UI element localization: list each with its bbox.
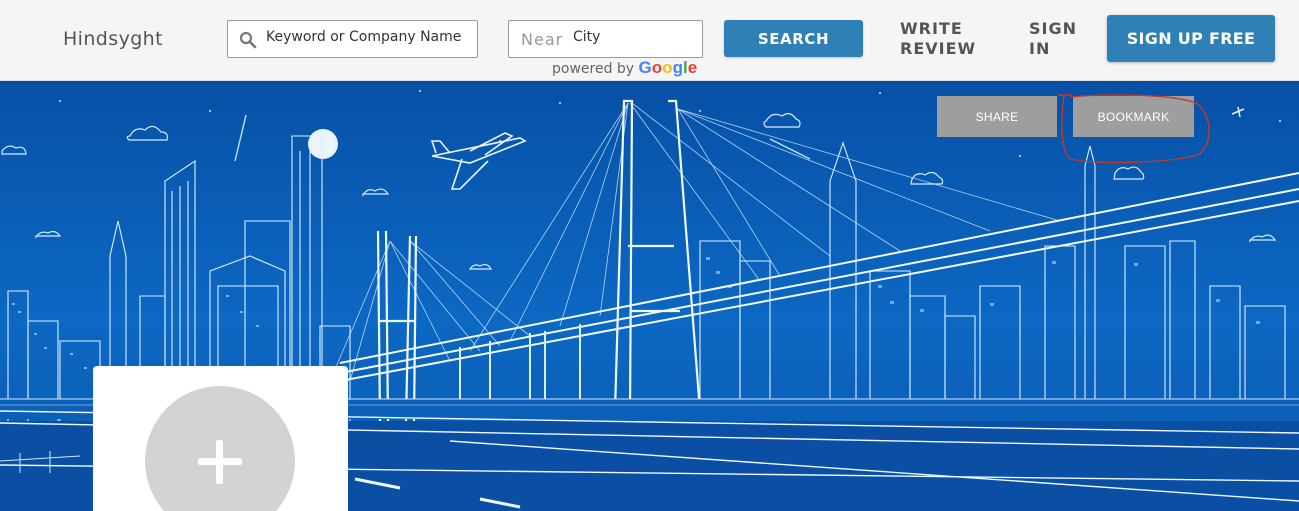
- share-button[interactable]: SHARE: [937, 96, 1057, 137]
- keyword-search-input[interactable]: Keyword or Company Name: [227, 20, 478, 58]
- sign-in-link[interactable]: SIGN IN: [1029, 19, 1077, 59]
- near-label: Near: [521, 30, 564, 49]
- hero-banner: SHARE BOOKMARK: [0, 81, 1299, 511]
- write-review-line2: REVIEW: [900, 39, 977, 58]
- sign-in-line1: SIGN: [1029, 19, 1077, 38]
- powered-by-text: powered by: [552, 61, 635, 77]
- powered-by-google: powered by Google: [552, 58, 697, 78]
- plus-icon-vertical: [216, 440, 223, 484]
- city-input-text: City: [573, 29, 601, 45]
- brand-logo[interactable]: Hindsyght: [63, 28, 163, 50]
- sign-in-line2: IN: [1029, 39, 1051, 58]
- search-icon: [239, 31, 257, 49]
- add-photo-button[interactable]: [145, 386, 295, 511]
- sign-up-free-button[interactable]: SIGN UP FREE: [1107, 15, 1275, 62]
- profile-photo-card: [93, 366, 348, 511]
- search-button[interactable]: SEARCH: [724, 20, 863, 57]
- top-header: Hindsyght Keyword or Company Name Near C…: [0, 0, 1299, 81]
- google-logo: Google: [638, 58, 698, 77]
- keyword-input-text: Keyword or Company Name: [266, 29, 462, 45]
- write-review-link[interactable]: WRITE REVIEW: [900, 19, 976, 59]
- red-hand-drawn-circle: [1058, 94, 1210, 164]
- write-review-line1: WRITE: [900, 19, 963, 38]
- city-input[interactable]: Near City: [508, 20, 703, 58]
